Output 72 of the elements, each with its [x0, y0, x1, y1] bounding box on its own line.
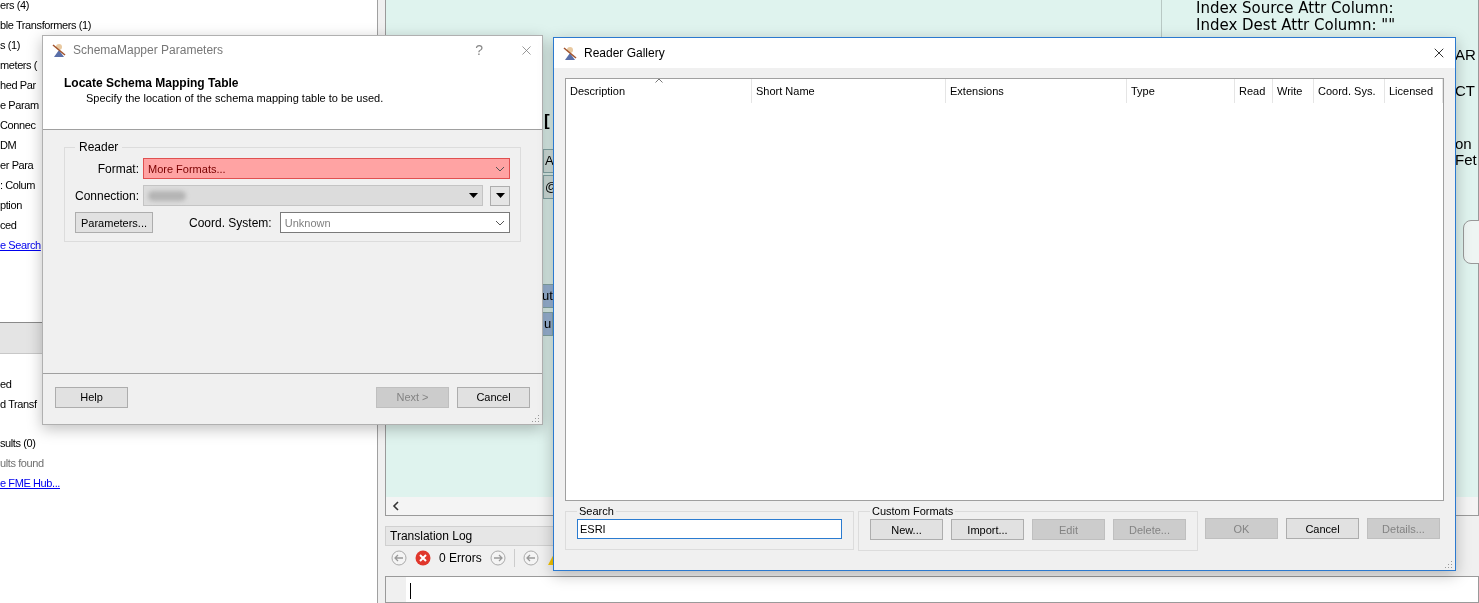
error-count: 0 Errors [439, 551, 482, 565]
wizard-icon [562, 45, 578, 61]
arrow-left-icon[interactable] [522, 550, 539, 566]
text-cursor [410, 583, 411, 599]
resize-grip-icon[interactable] [532, 414, 540, 422]
chevron-left-icon[interactable] [392, 501, 400, 511]
tree-item[interactable]: ble Transformers (1) [0, 15, 92, 35]
field-label: Format: [96, 161, 139, 176]
annotation-text: Index Dest Attr Column: "" [1195, 17, 1397, 34]
search-link[interactable]: e Search [0, 235, 41, 255]
tree-item[interactable]: hed Par [0, 75, 36, 95]
window-title: SchemaMapper Parameters [73, 43, 225, 57]
group-title: Reader [78, 140, 120, 154]
tree-item[interactable]: d Transf [0, 394, 37, 414]
result-text: ults found [0, 456, 44, 471]
page-heading: Locate Schema Mapping Table [64, 76, 239, 90]
dialog-button[interactable]: Cancel [457, 386, 530, 408]
format-dropdown[interactable]: More Formats... [143, 158, 510, 179]
group-title: Search [578, 505, 615, 517]
tree-item[interactable]: ption [0, 195, 22, 215]
chevron-down-icon [495, 219, 505, 226]
tree-item[interactable]: er Para [0, 155, 34, 175]
column-header[interactable]: Write [1273, 79, 1314, 103]
column-header[interactable]: Licensed [1385, 79, 1443, 103]
page-description: Specify the location of the schema mapping table to be used. [86, 92, 384, 104]
column-header[interactable]: Read [1235, 79, 1273, 103]
resize-grip-icon[interactable] [1445, 560, 1453, 568]
window-title: Reader Gallery [584, 46, 666, 60]
tree-item[interactable]: ers (4) [0, 0, 29, 15]
tree-item[interactable]: ced [0, 215, 17, 235]
coord-system-dropdown[interactable]: Unknown [279, 212, 510, 233]
column-header[interactable]: Extensions [946, 79, 1127, 103]
column-header[interactable]: Type [1127, 79, 1235, 103]
wizard-icon [51, 42, 67, 58]
arrow-left-icon[interactable] [391, 550, 407, 566]
arrow-right-icon[interactable] [489, 550, 506, 566]
annotation-text: Index Source Attr Column: [1195, 0, 1395, 17]
dialog-button[interactable]: New... [870, 519, 943, 540]
dialog-button[interactable]: Cancel [1286, 518, 1359, 539]
tree-item[interactable]: e Param [0, 95, 39, 115]
log-area[interactable] [385, 576, 1479, 603]
node-title: [ [543, 110, 551, 132]
hub-link[interactable]: e FME Hub... [0, 473, 60, 493]
tree-item[interactable]: DM [0, 135, 17, 155]
column-header[interactable]: Short Name [752, 79, 946, 103]
connection-menu-button[interactable] [490, 185, 510, 206]
help-button[interactable]: ? [475, 42, 483, 58]
column-header[interactable]: Coord. Sys. [1314, 79, 1385, 103]
column-header[interactable]: Description [566, 79, 752, 103]
tree-item[interactable]: : Colum [0, 175, 36, 195]
dialog-button[interactable]: Help [55, 386, 128, 408]
dialog-button[interactable]: Import... [951, 519, 1024, 540]
tree-item[interactable]: Connec [0, 115, 36, 135]
tree-item[interactable]: ed [0, 374, 12, 394]
field-label: Connection: [75, 188, 139, 203]
result-text: sults (0) [0, 436, 36, 451]
node-text: Fet [1455, 151, 1477, 168]
sort-icon [654, 78, 663, 83]
caret-down-icon [495, 193, 505, 198]
chevron-down-icon [495, 165, 505, 172]
error-icon [415, 550, 431, 566]
group-title: Custom Formats [871, 505, 955, 517]
caret-down-icon [469, 193, 478, 198]
node-text: AR [1455, 46, 1476, 63]
node-text: CT [1455, 82, 1475, 99]
search-field[interactable]: ESRI [577, 519, 842, 539]
parameters-button[interactable]: Parameters... [75, 212, 153, 233]
tree-item[interactable]: s (1) [0, 35, 20, 55]
field-label: Coord. System: [189, 215, 272, 230]
tree-item[interactable]: meters ( [0, 55, 38, 75]
connection-dropdown[interactable] [143, 185, 483, 206]
node-text: on [1455, 135, 1472, 152]
